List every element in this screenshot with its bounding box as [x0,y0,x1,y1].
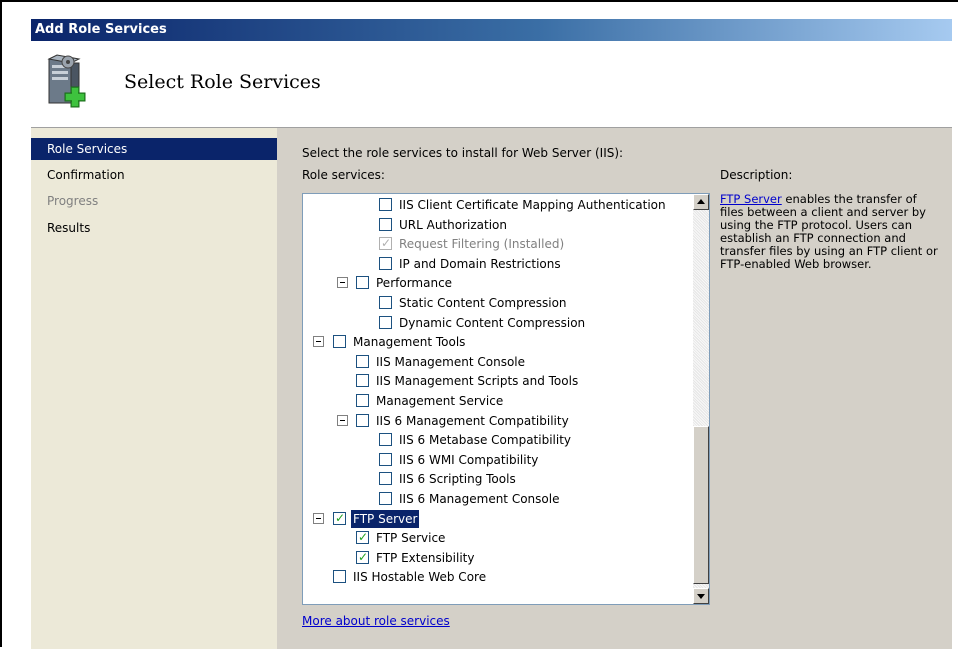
tree-item-label: Management Tools [353,335,466,350]
tree-item-label: IIS Management Scripts and Tools [376,374,579,389]
checkbox[interactable] [356,276,369,290]
tree-row[interactable]: IIS 6 Metabase Compatibility [303,430,693,450]
tree-row[interactable]: Request Filtering (Installed) [303,234,693,254]
tree-row[interactable]: URL Authorization [303,215,693,235]
checkbox[interactable] [379,296,392,309]
role-services-tree[interactable]: IIS Hostable Web Core FTP Extensibility FT… [302,193,710,605]
tree-item-label: IIS 6 Management Console [399,492,560,506]
scroll-thumb[interactable] [693,426,709,584]
tree-row[interactable]: IIS 6 Management Compatibility [303,411,693,431]
tree-row[interactable]: IIS Hostable Web Core [303,567,693,587]
tree-row[interactable]: IIS Management Console [303,352,693,372]
collapse-icon[interactable] [313,336,324,348]
checkbox[interactable] [356,394,369,407]
tree-item-label: Dynamic Content Compression [399,315,586,330]
tree-row[interactable]: FTP Extensibility [303,548,693,568]
tree-item-label: FTP Service [376,531,446,546]
tree-row[interactable]: Management Tools [303,332,693,352]
tree-row[interactable]: FTP Server [303,509,693,529]
tree-item-label: IIS 6 Scripting Tools [399,472,516,487]
nav-item-progress: Progress [47,194,99,208]
tree-row[interactable]: Dynamic Content Compression [303,313,693,333]
scroll-up-button[interactable] [693,194,709,210]
checkbox[interactable] [379,452,392,466]
checkbox[interactable] [379,472,392,486]
checkbox[interactable] [356,354,369,368]
tree-row[interactable]: FTP Service [303,528,693,548]
tree-item-label: Management Service [376,394,504,408]
tree-scrollbar[interactable] [693,194,709,604]
tree-row[interactable]: IIS Client Certificate Mapping Authentic… [303,195,693,215]
collapse-icon[interactable] [313,512,324,524]
tree-item-label: Request Filtering (Installed) [399,237,565,252]
tree-row[interactable]: IIS 6 WMI Compatibility [303,450,693,470]
instruction-text: Select the role services to install for … [302,146,624,160]
checkbox[interactable] [333,510,346,526]
wizard-header: Select Role Services [31,41,952,127]
role-services-label: Role services: [302,168,385,182]
wizard-window: Add Role Services Select Role Services R… [0,0,958,649]
tree-row[interactable]: IIS 6 Management Console [303,489,693,509]
tree-item-label: IIS 6 Metabase Compatibility [399,433,572,448]
window-title: Add Role Services [31,19,952,41]
tree-row[interactable]: IIS Management Scripts and Tools [303,371,693,391]
checkbox[interactable] [379,217,392,231]
collapse-icon[interactable] [337,277,348,289]
tree-row[interactable]: IIS 6 Scripting Tools [303,469,693,489]
checkbox [379,235,392,251]
tree-item-label: FTP Extensibility [376,550,475,565]
checkbox[interactable] [379,433,392,447]
checkbox[interactable] [333,570,346,584]
tree-item-label: FTP Server [351,509,420,528]
tree-item-label: Performance [376,276,453,291]
server-add-icon [45,53,95,109]
nav-item-role-services[interactable]: Role Services [31,138,277,160]
checkbox[interactable] [356,529,369,545]
nav-item-confirmation[interactable]: Confirmation [31,164,277,186]
tree-item-label: URL Authorization [399,217,507,232]
checkbox[interactable] [379,315,392,329]
description-panel: FTP Server enables the transfer of files… [720,193,942,271]
checkbox[interactable] [356,413,369,427]
nav-item-results[interactable]: Results [31,217,277,239]
tree-row[interactable]: Management Service [303,391,693,411]
page-title: Select Role Services [124,71,321,93]
checkbox[interactable] [379,198,392,211]
checkbox[interactable] [333,335,346,349]
more-about-role-services-link[interactable]: More about role services [302,614,450,628]
checkbox[interactable] [379,492,392,505]
wizard-nav: Role Services Confirmation Progress Resu… [31,128,277,649]
tree-item-label: Static Content Compression [399,296,567,310]
checkbox[interactable] [356,374,369,388]
wizard-body: Role Services Confirmation Progress Resu… [31,127,952,649]
tree-item-label: IIS Hostable Web Core [353,570,487,585]
tree-row[interactable]: IP and Domain Restrictions [303,254,693,274]
tree-row[interactable]: Performance [303,273,693,293]
scroll-down-button[interactable] [693,588,709,604]
tree-item-label: IIS 6 Management Compatibility [376,413,569,428]
ftp-server-link[interactable]: FTP Server [720,192,782,206]
checkbox[interactable] [379,256,392,270]
tree-item-label: IIS Client Certificate Mapping Authentic… [399,198,666,212]
tree-item-label: IIS Management Console [376,354,526,369]
tree-item-label: IIS 6 WMI Compatibility [399,452,539,467]
wizard-content: Select the role services to install for … [277,128,952,649]
description-label: Description: [720,168,793,182]
collapse-icon[interactable] [337,414,348,426]
tree-row[interactable]: Static Content Compression [303,293,693,313]
tree-item-label: IP and Domain Restrictions [399,256,561,271]
checkbox[interactable] [356,549,369,565]
